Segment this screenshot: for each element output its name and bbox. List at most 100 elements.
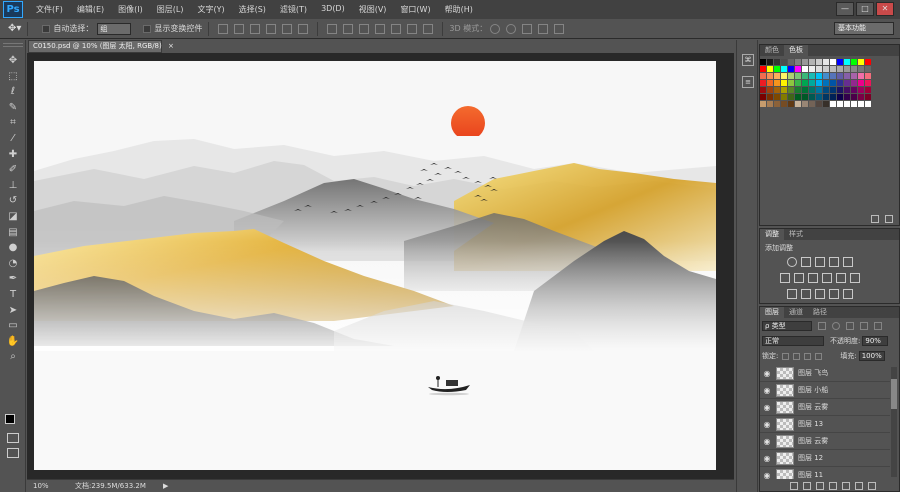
tab-adjustments[interactable]: 调整 — [760, 229, 784, 240]
distribute-top-icon[interactable] — [327, 23, 338, 34]
visibility-eye-icon[interactable]: ◉ — [760, 369, 774, 378]
tab-channels[interactable]: 通道 — [784, 307, 808, 318]
layer-row[interactable]: ◉ 图层 云雾 — [760, 399, 890, 416]
color-swatch[interactable] — [788, 87, 795, 94]
quick-mask-icon[interactable] — [7, 433, 19, 443]
color-swatch[interactable] — [858, 73, 865, 80]
filter-shape-icon[interactable] — [860, 322, 868, 330]
color-swatch[interactable] — [760, 101, 767, 108]
lock-all-icon[interactable] — [815, 352, 823, 360]
color-swatch[interactable] — [795, 101, 802, 108]
align-hcenter-icon[interactable] — [282, 23, 293, 34]
zoom-tool-icon[interactable]: ⌕ — [6, 350, 20, 364]
color-swatch[interactable] — [823, 101, 830, 108]
menu-item[interactable]: 帮助(H) — [438, 4, 480, 15]
color-swatch[interactable] — [788, 94, 795, 101]
new-swatch-icon[interactable] — [871, 215, 879, 223]
color-swatch[interactable] — [858, 87, 865, 94]
color-swatch[interactable] — [760, 80, 767, 87]
link-icon[interactable] — [790, 482, 798, 490]
workspace-dropdown[interactable]: 基本功能 — [834, 22, 894, 35]
color-swatch[interactable] — [865, 101, 872, 108]
color-swatch[interactable] — [844, 94, 851, 101]
3d-rotate-icon[interactable] — [490, 23, 501, 34]
lock-position-icon[interactable] — [804, 352, 812, 360]
color-swatch[interactable] — [830, 80, 837, 87]
tab-styles[interactable]: 样式 — [784, 229, 808, 240]
threshold-icon[interactable] — [815, 289, 825, 299]
levels-icon[interactable] — [801, 257, 811, 267]
color-swatch[interactable] — [760, 66, 767, 73]
color-swatch[interactable] — [781, 73, 788, 80]
color-swatch[interactable] — [851, 94, 858, 101]
color-swatch[interactable] — [788, 101, 795, 108]
posterize-icon[interactable] — [801, 289, 811, 299]
color-swatch[interactable] — [830, 73, 837, 80]
tab-layers[interactable]: 图层 — [760, 307, 784, 318]
color-swatch[interactable] — [837, 66, 844, 73]
align-left-icon[interactable] — [266, 23, 277, 34]
color-swatch[interactable] — [802, 94, 809, 101]
document-tab[interactable]: C0150.psd @ 10% (图层 太阳, RGB/8) × — [28, 40, 174, 53]
menu-item[interactable]: 滤镜(T) — [273, 4, 314, 15]
color-swatch[interactable] — [809, 73, 816, 80]
color-swatch[interactable] — [809, 87, 816, 94]
folder-icon[interactable] — [842, 482, 850, 490]
color-swatch[interactable] — [851, 73, 858, 80]
color-swatch[interactable] — [816, 101, 823, 108]
history-brush-tool-icon[interactable]: ↺ — [6, 194, 20, 208]
brightness-icon[interactable] — [787, 257, 797, 267]
color-swatch[interactable] — [816, 59, 823, 66]
color-swatch[interactable] — [816, 73, 823, 80]
show-transform-checkbox[interactable] — [143, 24, 152, 33]
curves-icon[interactable] — [815, 257, 825, 267]
hand-tool-icon[interactable]: ✋ — [6, 335, 20, 349]
color-balance-icon[interactable] — [794, 273, 804, 283]
color-swatch[interactable] — [774, 73, 781, 80]
3d-slide-icon[interactable] — [538, 23, 549, 34]
color-swatch[interactable] — [837, 80, 844, 87]
distribute-vcenter-icon[interactable] — [343, 23, 354, 34]
distribute-hcenter-icon[interactable] — [391, 23, 402, 34]
color-swatch[interactable] — [767, 73, 774, 80]
history-panel-icon[interactable]: ⌘ — [742, 54, 754, 66]
distribute-left-icon[interactable] — [375, 23, 386, 34]
color-swatch[interactable] — [788, 66, 795, 73]
color-swatch[interactable] — [809, 66, 816, 73]
layer-row[interactable]: ◉ 图层 小船 — [760, 382, 890, 399]
toolbox-grip[interactable] — [3, 43, 23, 47]
filter-smart-icon[interactable] — [874, 322, 882, 330]
color-swatch[interactable] — [844, 101, 851, 108]
color-swatch[interactable] — [795, 80, 802, 87]
color-swatch[interactable] — [760, 73, 767, 80]
color-swatch[interactable] — [823, 87, 830, 94]
color-swatch[interactable] — [837, 87, 844, 94]
color-swatch[interactable] — [823, 94, 830, 101]
distribute-bottom-icon[interactable] — [359, 23, 370, 34]
color-swatch[interactable] — [809, 80, 816, 87]
color-swatch[interactable] — [767, 66, 774, 73]
color-swatch[interactable] — [767, 94, 774, 101]
color-swatch[interactable] — [809, 101, 816, 108]
color-swatch[interactable] — [774, 94, 781, 101]
lock-transparent-icon[interactable] — [782, 352, 790, 360]
color-swatch[interactable] — [830, 66, 837, 73]
black-white-icon[interactable] — [808, 273, 818, 283]
color-swatch[interactable] — [851, 59, 858, 66]
type-tool-icon[interactable]: T — [6, 288, 20, 302]
screen-mode-icon[interactable] — [7, 448, 19, 458]
menu-item[interactable]: 视图(V) — [352, 4, 394, 15]
visibility-eye-icon[interactable]: ◉ — [760, 471, 774, 480]
visibility-eye-icon[interactable]: ◉ — [760, 420, 774, 429]
color-swatch[interactable] — [823, 80, 830, 87]
new-layer-icon[interactable] — [855, 482, 863, 490]
color-swatch[interactable] — [865, 59, 872, 66]
layer-row[interactable]: ◉ 图层 13 — [760, 416, 890, 433]
path-select-tool-icon[interactable]: ➤ — [6, 304, 20, 318]
color-swatch[interactable] — [844, 59, 851, 66]
layers-scrollbar[interactable] — [891, 367, 897, 477]
color-swatch[interactable] — [774, 101, 781, 108]
auto-select-dropdown[interactable]: 组 — [97, 22, 132, 35]
auto-select-checkbox[interactable] — [42, 24, 51, 33]
color-swatch[interactable] — [865, 87, 872, 94]
